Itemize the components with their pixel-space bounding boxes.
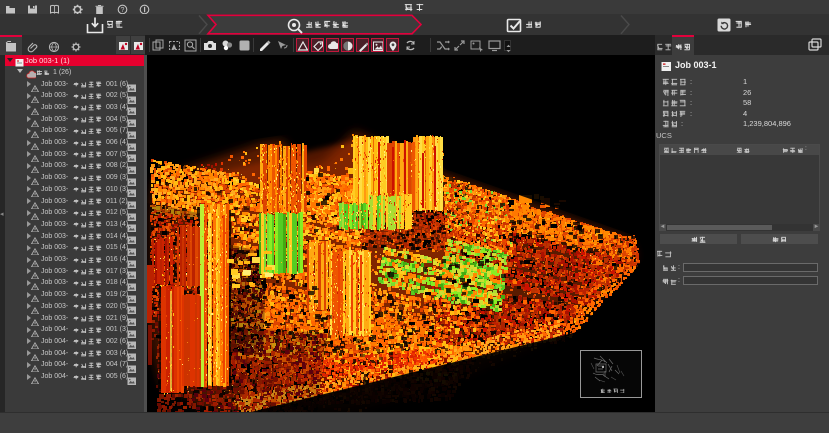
svg-text:?: ? (121, 7, 125, 14)
